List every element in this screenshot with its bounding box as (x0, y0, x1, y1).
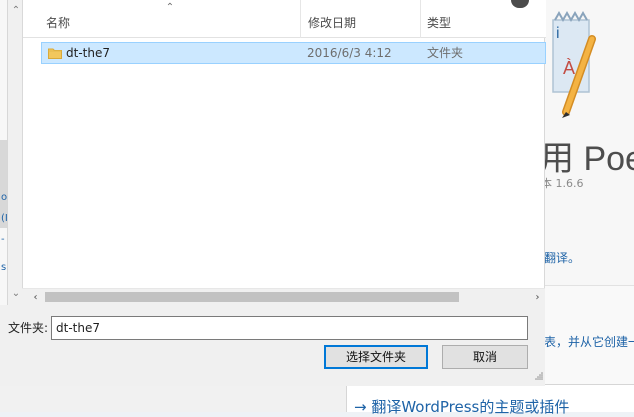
chevron-right-icon[interactable]: › (530, 290, 545, 305)
column-header-type[interactable]: 类型 (421, 0, 546, 38)
folder-field-label: 文件夹: (8, 321, 49, 335)
resize-grip-icon[interactable] (534, 371, 544, 381)
column-header-date[interactable]: 修改日期 (301, 0, 421, 38)
background-link-line-1[interactable]: 翻译。 (544, 249, 580, 266)
file-list[interactable]: ⌃ 名称 修改日期 类型 dt-the7 2016/6/3 4:12 文件夹 (22, 0, 546, 305)
background-app-title: 用 Poed (540, 140, 634, 178)
horizontal-scroll-thumb[interactable] (45, 292, 459, 302)
background-version: 本 1.6.6 (541, 177, 584, 190)
folder-modified-date: 2016/6/3 4:12 (307, 46, 392, 60)
folder-icon (48, 48, 62, 59)
dialog-footer: 文件夹: 选择文件夹 取消 (0, 305, 545, 386)
file-list-header: ⌃ 名称 修改日期 类型 (23, 0, 546, 38)
folder-picker-dialog: o (I - s) ⌃ ⌄ ⌃ 名称 修改日期 类型 dt-the7 2016/… (0, 0, 546, 386)
select-folder-button[interactable]: 选择文件夹 (324, 345, 428, 369)
cancel-button[interactable]: 取消 (442, 345, 528, 369)
left-rail-text-4: s) (1, 262, 7, 273)
chevron-down-icon[interactable]: ⌄ (11, 289, 21, 299)
svg-text:i: i (556, 25, 560, 42)
folder-field[interactable] (51, 316, 528, 340)
left-rail-text-2: (I (1, 213, 8, 224)
horizontal-scrollbar[interactable]: ‹ › (22, 288, 545, 305)
folder-name: dt-the7 (66, 46, 110, 60)
chevron-left-icon[interactable]: ‹ (28, 290, 43, 305)
background-link-line-2[interactable]: 表，并从它创建一 (544, 333, 634, 350)
translate-wordpress-link[interactable]: → 翻译WordPress的主题或插件 (354, 396, 569, 417)
navigation-pane-edge[interactable]: o (I - s) (0, 0, 8, 305)
svg-text:À: À (563, 58, 575, 78)
left-rail-text-1: o (1, 192, 8, 203)
table-row[interactable]: dt-the7 2016/6/3 4:12 文件夹 (41, 42, 546, 64)
chevron-up-icon[interactable]: ⌃ (11, 6, 21, 16)
column-header-name[interactable]: 名称 (23, 0, 301, 38)
folder-type: 文件夹 (427, 46, 464, 60)
left-rail-text-3: - (1, 234, 5, 245)
poedit-app-icon: i À (552, 10, 596, 118)
